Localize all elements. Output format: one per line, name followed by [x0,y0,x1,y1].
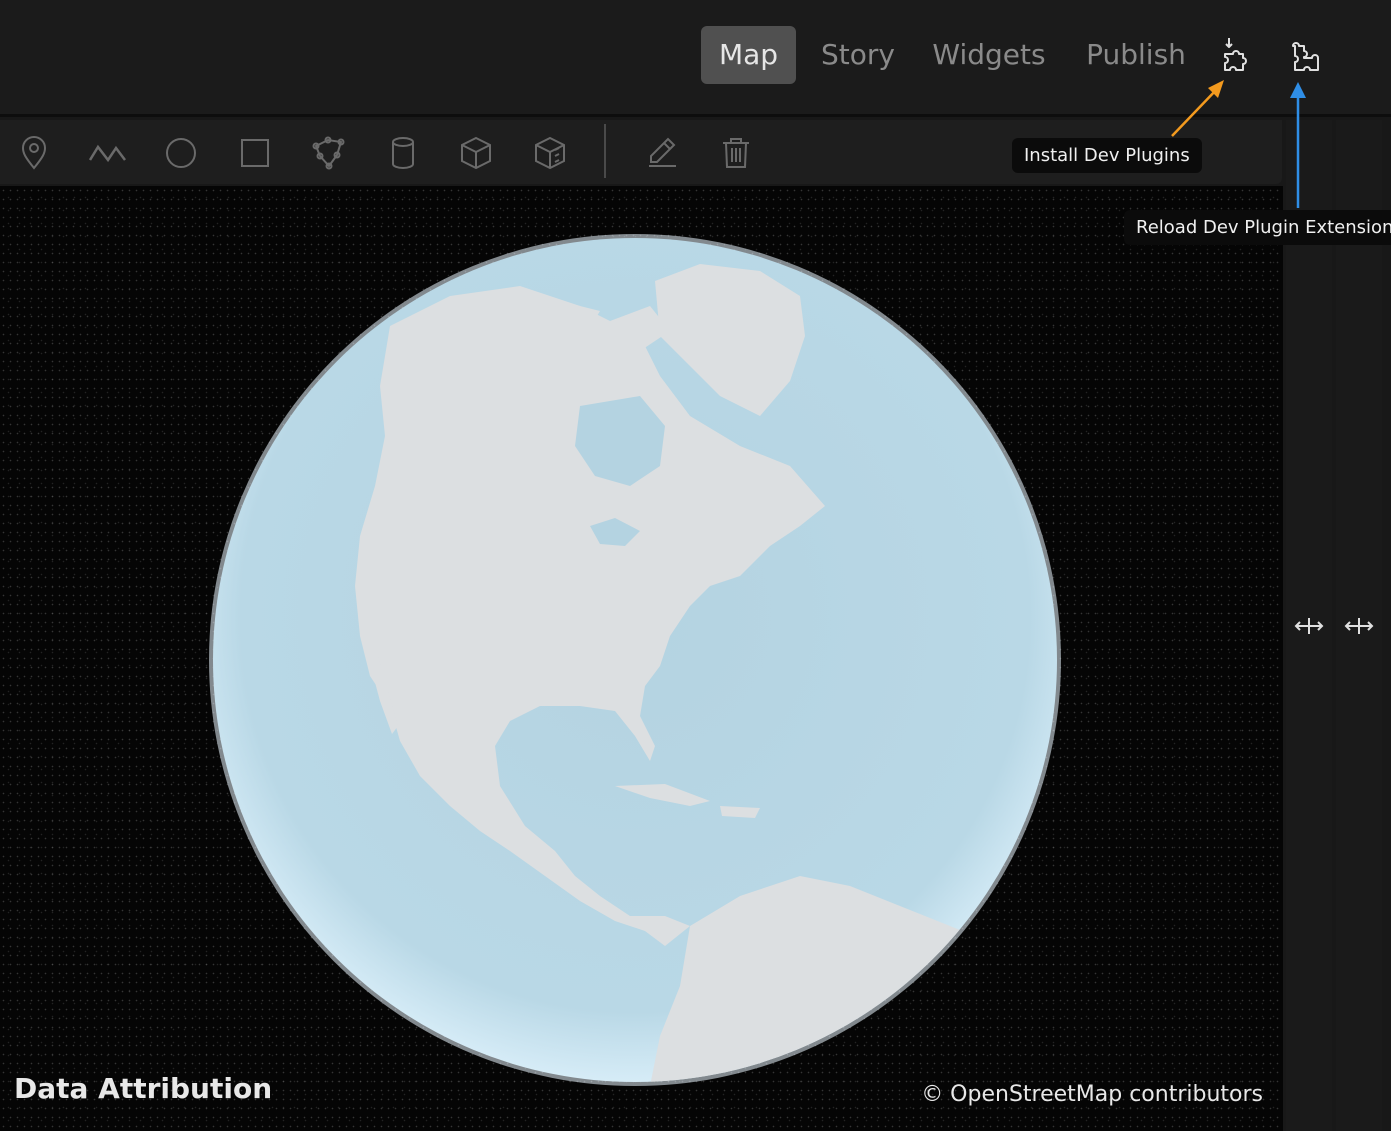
delete-icon[interactable] [717,134,755,172]
panel-resize-handle-icon[interactable] [1293,612,1325,640]
install-dev-plugins-tooltip: Install Dev Plugins [1012,138,1202,173]
reload-dev-plugin-extensions-tooltip: Reload Dev Plugin Extensions [1124,210,1391,245]
globe-viewport[interactable] [0,186,1283,1131]
marker-icon[interactable] [15,134,53,172]
circle-icon[interactable] [162,134,200,172]
polyline-icon[interactable] [88,134,126,172]
top-navigation-bar: Map Story Widgets Publish [0,0,1391,117]
edit-icon[interactable] [643,134,681,172]
rectangle-icon[interactable] [236,134,274,172]
tab-map[interactable]: Map [701,26,796,84]
data-attribution-label[interactable]: Data Attribution [14,1072,272,1105]
tab-widgets[interactable]: Widgets [925,26,1053,84]
box-icon[interactable] [457,134,495,172]
polygon-icon[interactable] [310,134,348,172]
map-credit: © OpenStreetMap contributors [921,1082,1263,1107]
toolbar-divider [604,124,606,178]
globe [209,234,1061,1086]
panel-resize-handle-icon[interactable] [1343,612,1375,640]
reload-dev-plugin-extensions-icon[interactable] [1284,36,1324,76]
extruded-polygon-icon[interactable] [531,134,569,172]
tab-publish[interactable]: Publish [1078,26,1194,84]
tab-story[interactable]: Story [814,26,902,84]
install-dev-plugins-icon[interactable] [1219,36,1259,76]
cylinder-icon[interactable] [384,134,422,172]
